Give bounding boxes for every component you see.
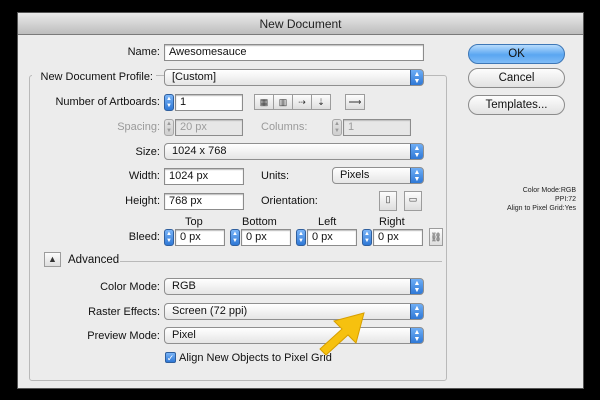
popup-arrows-icon: ▲ ▼ (410, 279, 423, 294)
bleed-bottom-stepper[interactable]: ▲ ▼ (230, 229, 240, 246)
bleed-right-input[interactable]: 0 px (373, 229, 423, 246)
landscape-orientation-icon[interactable]: ▭ (404, 191, 422, 211)
width-label: Width: (128, 170, 160, 182)
units-popup[interactable]: Pixels ▲ ▼ (332, 167, 424, 184)
height-label: Height: (125, 195, 160, 207)
summary-color-mode: Color Mode:RGB (522, 187, 576, 194)
bleed-top-input[interactable]: 0 px (175, 229, 225, 246)
advanced-separator (120, 261, 442, 262)
artboards-input[interactable]: 1 (175, 94, 243, 111)
artboards-label: Number of Artboards: (55, 96, 160, 108)
window-title: New Document (18, 13, 583, 35)
summary-ppi: PPI:72 (554, 196, 576, 203)
name-label: Name: (127, 46, 160, 58)
grid-by-column-icon[interactable]: ▥ (273, 94, 293, 110)
portrait-orientation-icon[interactable]: ▯ (379, 191, 397, 211)
color-mode-popup[interactable]: RGB ▲ ▼ (164, 278, 424, 295)
popup-arrows-icon: ▲ ▼ (410, 328, 423, 343)
orientation-label: Orientation: (261, 195, 318, 207)
bleed-left-header: Left (318, 216, 337, 228)
new-document-dialog: New Document Name: Awesomesauce New Docu… (17, 12, 584, 389)
bleed-label: Bleed: (128, 231, 160, 243)
name-input[interactable]: Awesomesauce (164, 44, 424, 61)
preview-mode-popup[interactable]: Pixel ▲ ▼ (164, 327, 424, 344)
bleed-bottom-input[interactable]: 0 px (241, 229, 291, 246)
bleed-top-stepper[interactable]: ▲ ▼ (164, 229, 174, 246)
popup-arrows-icon: ▲ ▼ (410, 70, 423, 85)
columns-input[interactable]: 1 (343, 119, 411, 136)
cancel-button[interactable]: Cancel (468, 68, 565, 88)
units-value: Pixels (340, 169, 370, 181)
profile-label: New Document Profile: (32, 71, 156, 83)
preview-mode-label: Preview Mode: (87, 330, 160, 342)
ok-button[interactable]: OK (468, 44, 565, 64)
align-pixel-grid-checkbox[interactable]: ✓ (165, 352, 176, 363)
raster-effects-value: Screen (72 ppi) (172, 305, 248, 317)
advanced-label: Advanced (68, 254, 120, 266)
highlight-arrow-icon (319, 312, 365, 356)
units-label: Units: (261, 170, 290, 182)
bleed-top-header: Top (185, 216, 203, 228)
popup-arrows-icon: ▲ ▼ (410, 168, 423, 183)
width-input[interactable]: 1024 px (164, 168, 244, 185)
color-mode-value: RGB (172, 280, 196, 292)
spacing-stepper[interactable]: ▲ ▼ (164, 119, 174, 136)
bleed-bottom-header: Bottom (242, 216, 277, 228)
size-value: 1024 x 768 (172, 145, 227, 157)
left-to-right-layout-icon[interactable]: ⟶ (345, 94, 365, 110)
summary-align: Align to Pixel Grid:Yes (507, 205, 576, 212)
spacing-label: Spacing: (117, 121, 160, 133)
columns-label: Columns: (261, 121, 308, 133)
popup-arrows-icon: ▲ ▼ (410, 304, 423, 319)
spacing-input[interactable]: 20 px (175, 119, 243, 136)
grid-by-row-icon[interactable]: ▦ (254, 94, 274, 110)
arrange-by-row-icon[interactable]: ⇢ (292, 94, 312, 110)
popup-arrows-icon: ▲ ▼ (410, 144, 423, 159)
size-popup[interactable]: 1024 x 768 ▲ ▼ (164, 143, 424, 160)
align-pixel-grid-label: Align New Objects to Pixel Grid (179, 352, 332, 364)
bleed-right-stepper[interactable]: ▲ ▼ (362, 229, 372, 246)
artboards-stepper[interactable]: ▲ ▼ (164, 94, 174, 111)
raster-effects-popup[interactable]: Screen (72 ppi) ▲ ▼ (164, 303, 424, 320)
preview-mode-value: Pixel (172, 329, 196, 341)
color-mode-label: Color Mode: (100, 281, 160, 293)
profile-popup[interactable]: [Custom] ▲ ▼ (164, 69, 424, 86)
bleed-left-stepper[interactable]: ▲ ▼ (296, 229, 306, 246)
size-label: Size: (135, 146, 160, 158)
bleed-left-input[interactable]: 0 px (307, 229, 357, 246)
link-bleed-icon[interactable]: ⛓ (429, 228, 443, 246)
columns-stepper[interactable]: ▲ ▼ (332, 119, 342, 136)
bleed-right-header: Right (379, 216, 405, 228)
templates-button[interactable]: Templates... (468, 95, 565, 115)
height-input[interactable]: 768 px (164, 193, 244, 210)
profile-value: [Custom] (172, 71, 217, 83)
advanced-disclosure-icon[interactable]: ▲ (44, 252, 61, 267)
raster-effects-label: Raster Effects: (88, 306, 160, 318)
arrange-by-column-icon[interactable]: ⇣ (311, 94, 331, 110)
